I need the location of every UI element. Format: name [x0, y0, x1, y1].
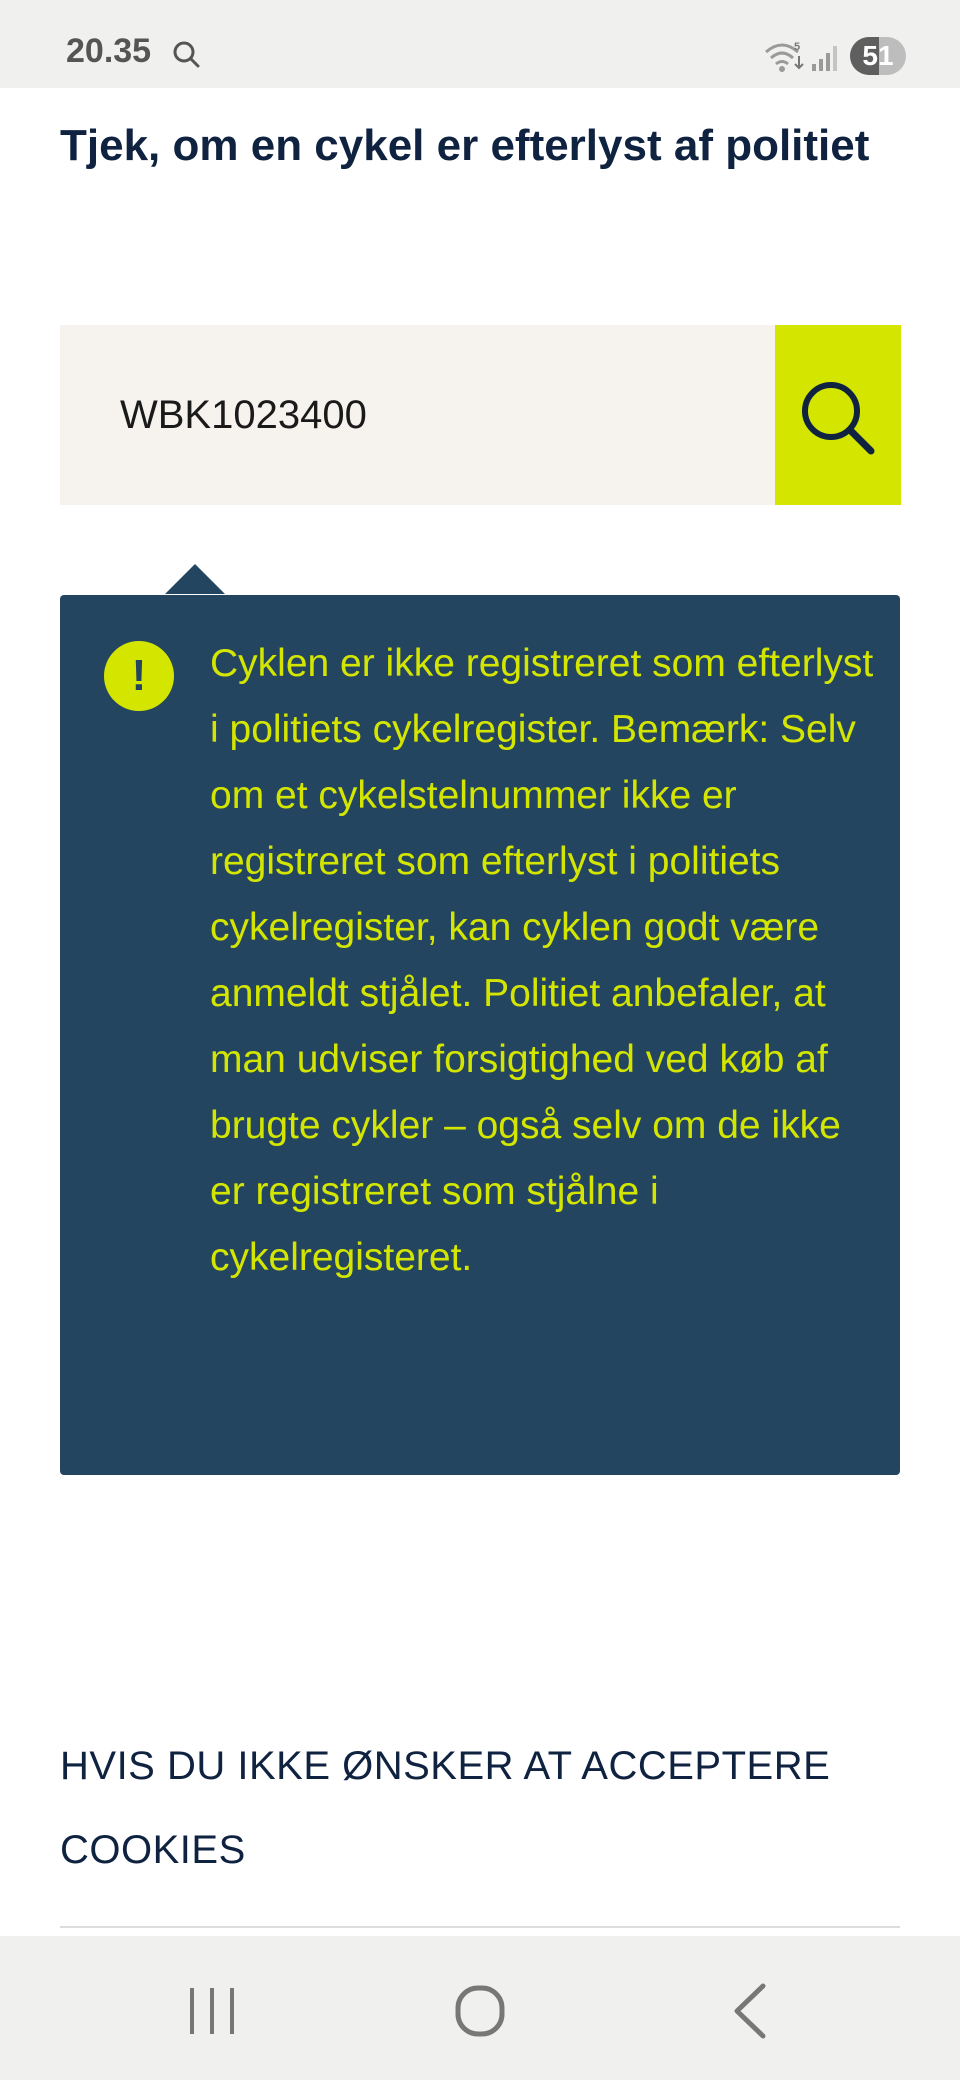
search-icon	[802, 382, 875, 455]
page-title: Tjek, om en cykel er efterlyst af politi…	[60, 121, 870, 170]
notice-message: Cyklen er ikke registreret som efterlyst…	[210, 642, 874, 1279]
search-icon	[173, 41, 200, 68]
exclamation-symbol: !	[131, 651, 147, 700]
search-input[interactable]	[120, 385, 720, 445]
wifi-icon: 5	[765, 41, 804, 72]
exclamation-icon: !	[104, 641, 174, 711]
navigation-bar	[0, 1936, 960, 2080]
recent-apps-icon	[190, 1988, 234, 2034]
signal-icon	[812, 46, 837, 71]
result-notice: ! Cyklen er ikke registreret som efterly…	[60, 595, 900, 1475]
search-button[interactable]	[775, 325, 901, 505]
wifi-badge: 5	[794, 41, 800, 53]
home-icon	[455, 1985, 505, 2037]
divider	[60, 1926, 900, 1928]
back-icon	[734, 1983, 766, 2039]
cookies-opt-out-link[interactable]: HVIS DU IKKE ØNSKER AT ACCEPTERE COOKIES	[60, 1724, 900, 1892]
callout-arrow	[165, 564, 225, 594]
battery-icon: 51	[850, 37, 906, 75]
battery-percent: 51	[862, 40, 894, 71]
status-time: 20.35	[66, 32, 152, 70]
status-bar: 20.35 5 51	[0, 0, 960, 88]
back-button[interactable]	[705, 1976, 795, 2046]
recent-apps-button[interactable]	[167, 1976, 257, 2046]
search-field[interactable]	[60, 325, 775, 505]
home-button[interactable]	[435, 1976, 525, 2046]
